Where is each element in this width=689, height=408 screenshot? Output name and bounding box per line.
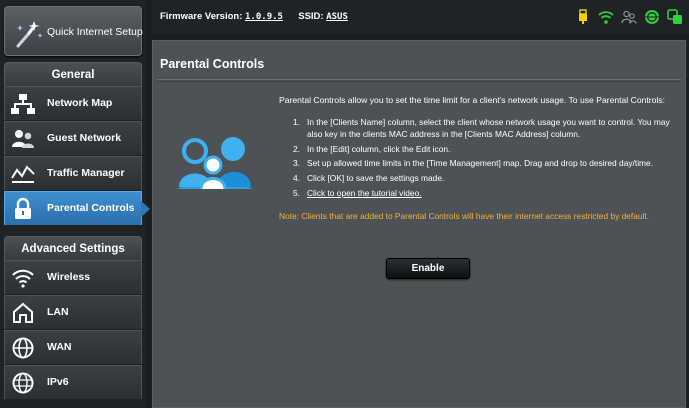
lan-icon	[13, 302, 33, 323]
firmware-ssid-info: Firmware Version: 1.0.9.5 SSID: ASUS	[160, 11, 348, 22]
step-text: Set up allowed time limits in the [Time …	[307, 158, 654, 169]
sidebar-item-lan[interactable]: LAN	[4, 295, 142, 329]
list-item: 4. Click [OK] to save the settings made.	[293, 172, 679, 184]
list-item: 1. In the [Clients Name] column, select …	[293, 116, 679, 141]
instruction-steps-list: 1. In the [Clients Name] column, select …	[293, 116, 679, 201]
sidebar-item-traffic-manager[interactable]: Traffic Manager	[4, 156, 142, 190]
sidebar-item-label: Wireless	[47, 271, 91, 283]
description-text: Parental Controls allow you to set the t…	[279, 95, 665, 105]
ssid-value-link[interactable]: ASUS	[326, 12, 348, 22]
sidebar-item-ipv6[interactable]: IPv6	[4, 365, 142, 399]
wifi-icon[interactable]	[598, 9, 614, 25]
wireless-icon	[12, 269, 34, 288]
step-text: In the [Clients Name] column, select the…	[307, 117, 670, 140]
magic-wand-icon	[16, 21, 43, 48]
step-text: Click [OK] to save the settings made.	[307, 173, 445, 184]
parental-controls-icon	[15, 197, 31, 219]
sidebar: Quick Internet Setup General Network Map…	[0, 0, 150, 408]
sidebar-item-label: Parental Controls	[47, 202, 135, 214]
sidebar-item-wireless[interactable]: Wireless	[4, 260, 142, 294]
list-item: 2. In the [Edit] column, click the Edit …	[293, 143, 679, 155]
sidebar-item-label: LAN	[47, 306, 69, 318]
note-text: Note: Clients that are added to Parental…	[279, 211, 650, 221]
internet-globe-icon[interactable]	[644, 9, 660, 25]
ssid-label: SSID:	[298, 11, 324, 22]
quick-internet-setup-button[interactable]: Quick Internet Setup	[4, 6, 143, 56]
active-indicator-arrow	[141, 201, 150, 217]
firmware-version-link[interactable]: 1.0.9.5	[245, 12, 283, 22]
enable-button[interactable]: Enable	[386, 258, 470, 279]
page-title: Parental Controls	[160, 57, 265, 71]
sidebar-item-label: WAN	[47, 341, 72, 353]
traffic-manager-icon	[11, 165, 35, 183]
title-divider	[157, 79, 681, 80]
wan-globe-icon	[12, 337, 34, 359]
main-content-panel: Parental Controls Parental Controls allo…	[152, 40, 686, 408]
sidebar-item-parental-controls[interactable]: Parental Controls	[4, 191, 150, 225]
sidebar-item-network-map[interactable]: Network Map	[4, 86, 142, 120]
family-illustration-icon	[177, 137, 253, 190]
sidebar-item-guest-network[interactable]: Guest Network	[4, 121, 142, 155]
clients-icon[interactable]	[621, 9, 637, 25]
firmware-label: Firmware Version:	[160, 11, 243, 22]
sidebar-item-label: Network Map	[47, 97, 113, 109]
tutorial-video-link[interactable]: Click to open the tutorial video.	[307, 187, 679, 199]
sidebar-item-label: Guest Network	[47, 132, 122, 144]
status-icon-group	[575, 8, 683, 26]
usb-icon[interactable]	[575, 9, 591, 25]
ipv6-globe-icon	[12, 372, 34, 394]
top-status-bar: Firmware Version: 1.0.9.5 SSID: ASUS	[152, 0, 689, 34]
app-icon[interactable]	[667, 9, 683, 25]
sidebar-item-wan[interactable]: WAN	[4, 330, 142, 364]
list-item: 5. Click to open the tutorial video.	[293, 187, 679, 199]
sidebar-item-label: Traffic Manager	[47, 167, 125, 179]
advanced-settings-section-header: Advanced Settings	[4, 236, 142, 260]
step-text: In the [Edit] column, click the Edit ico…	[307, 143, 451, 154]
network-map-icon	[11, 94, 35, 114]
list-item: 3. Set up allowed time limits in the [Ti…	[293, 157, 679, 169]
sidebar-item-label: IPv6	[47, 376, 69, 388]
general-section-header: General	[4, 62, 142, 86]
quick-internet-setup-label: Quick Internet Setup	[47, 26, 143, 38]
guest-network-icon	[12, 130, 34, 148]
